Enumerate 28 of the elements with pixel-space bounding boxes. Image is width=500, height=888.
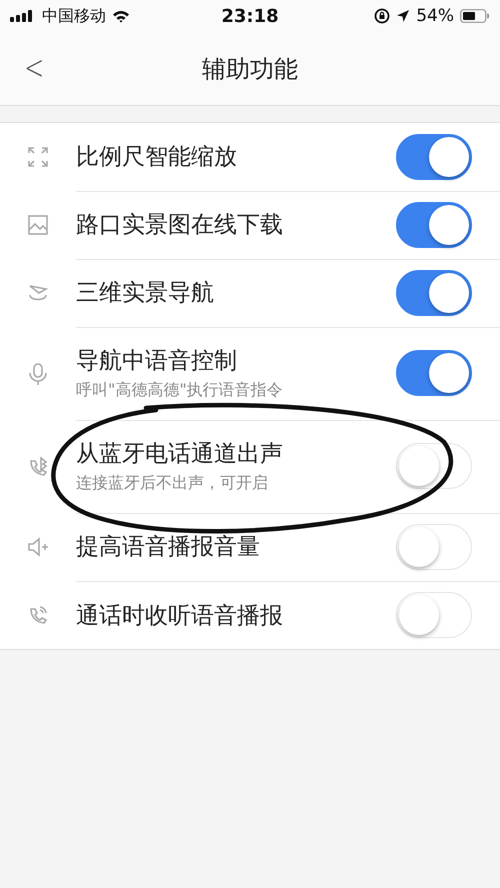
setting-description: 呼叫"高德高德"执行语音指令 [76, 380, 284, 401]
setting-description: 连接蓝牙后不出声，可开启 [76, 473, 269, 494]
orientation-lock-icon [374, 8, 390, 24]
battery-percent: 54% [416, 6, 454, 26]
setting-label: 从蓝牙电话通道出声 [76, 440, 284, 469]
microphone-icon [27, 362, 49, 384]
toggle-switch[interactable] [396, 270, 472, 316]
speaker-plus-icon [27, 536, 49, 558]
setting-label: 提高语音播报音量 [76, 533, 261, 562]
location-arrow-icon [396, 9, 410, 23]
toggle-switch[interactable] [396, 134, 472, 180]
setting-label: 路口实景图在线下载 [76, 211, 284, 240]
setting-label: 通话时收听语音播报 [76, 602, 284, 630]
image-icon [27, 214, 49, 236]
phone-waves-icon [27, 604, 49, 626]
wifi-icon [112, 10, 130, 22]
carrier-name: 中国移动 [42, 6, 106, 26]
page-title: 辅助功能 [202, 54, 298, 84]
back-button[interactable]: < [21, 50, 48, 86]
battery-icon [460, 9, 490, 23]
expand-arrows-icon [27, 146, 49, 168]
setting-label: 三维实景导航 [76, 279, 215, 308]
setting-label: 比例尺智能缩放 [76, 143, 238, 172]
toggle-switch[interactable] [396, 350, 472, 396]
bluetooth-phone-icon [27, 456, 49, 478]
clock-time: 23:18 [221, 6, 279, 26]
setting-label: 导航中语音控制 [76, 347, 238, 376]
toggle-switch[interactable] [396, 202, 472, 248]
